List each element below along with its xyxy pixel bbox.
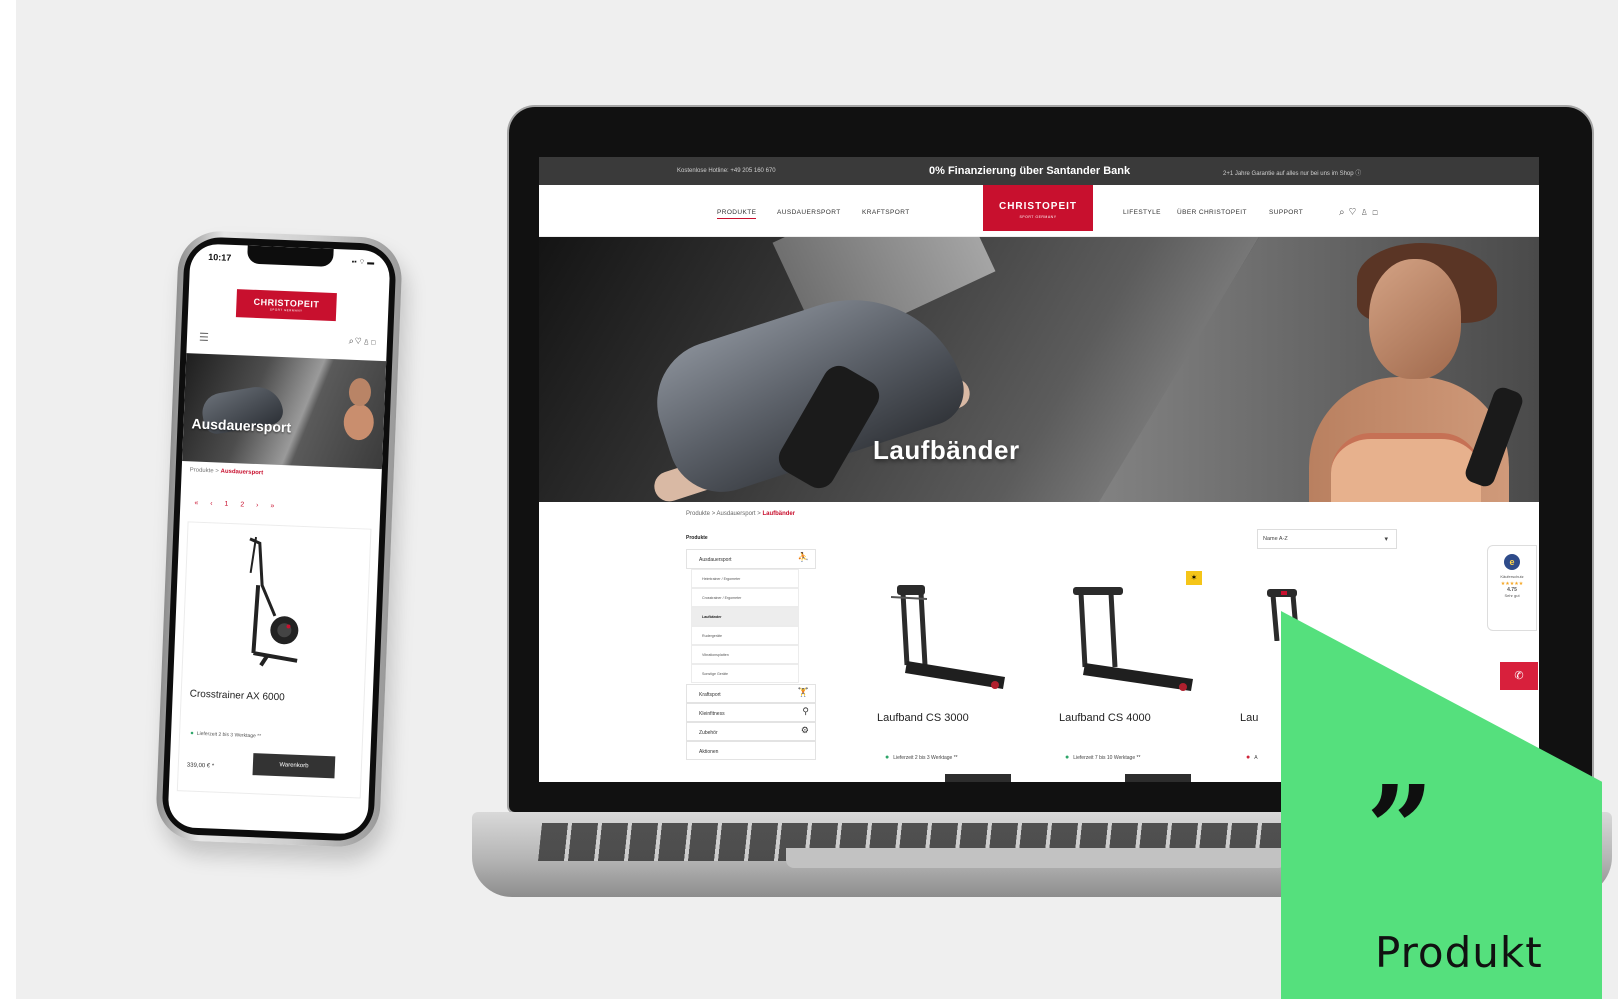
phone-breadcrumb: Produkte > Ausdauersport [190,467,264,476]
warranty-text[interactable]: 2+1 Jahre Garantie auf alles nur bei uns… [1223,168,1361,177]
breadcrumb-current: Laufbänder [762,511,796,517]
phone-hero-title: Ausdauersport [191,415,292,436]
subcategory-laufbaender[interactable]: Laufbänder [691,607,799,626]
phone-site-logo[interactable]: CHRISTOPEIT SPORT GERMANY [235,289,337,322]
category-hero-banner: Laufbänder [539,237,1539,502]
add-to-cart-button-cs3000[interactable] [945,774,1011,782]
phone-call-icon[interactable]: ✆ [1500,662,1538,690]
phone-header-icons[interactable]: ⌕♡♙◻ [348,336,378,348]
phone-stock-status: Lieferzeit 2 bis 3 Werktage ** [190,731,262,740]
hero-athlete-top [1331,433,1481,502]
facet-label: Aktionen [699,749,719,755]
site-logo-text: CHRISTOPEIT [998,201,1078,212]
breadcrumb-separator: > [711,511,716,517]
phone-breadcrumb-root[interactable]: Produkte [190,467,214,474]
subcategory-vibrationsplatten[interactable]: Vibrationsplatten [691,645,799,664]
site-logo-subtitle: SPORT GERMANY [1019,215,1057,219]
rating-text: Sehr gut [1504,593,1520,598]
nav-ueber-christopeit[interactable]: ÜBER CHRISTOPEIT [1177,209,1247,216]
subcategory-rudergeraete[interactable]: Rudergeräte [691,626,799,645]
treadmill-cs4000-image[interactable] [1059,577,1199,697]
facet-label: Zubehör [699,730,718,736]
facet-kraftsport[interactable]: Kraftsport 🏋 [686,684,816,703]
nav-kraftsport[interactable]: KRAFTSPORT [862,209,910,216]
quote-mark-icon: ” [1366,759,1434,898]
sort-select[interactable]: Name A-Z [1257,529,1397,549]
laptop-trackpad-edge [786,848,1286,868]
phone-product-card[interactable]: Crosstrainer AX 6000 Lieferzeit 2 bis 3 … [176,521,372,799]
phone-add-to-cart-button[interactable]: Warenkorb [252,753,336,779]
phone-status-icons: ▪▪ ⌔ ▬ [351,258,375,267]
facet-title: Produkte [686,535,708,541]
stock-status-third: A [1246,754,1257,761]
showcase-stage: 10:17 ▪▪ ⌔ ▬ CHRISTOPEIT SPORT GERMANY ☰ … [16,0,1618,999]
smartphone-mockup: 10:17 ▪▪ ⌔ ▬ CHRISTOPEIT SPORT GERMANY ☰ … [154,229,404,849]
facet-ausdauersport[interactable]: Ausdauersport ⛹ [686,549,816,569]
quote-text: Produkt [1375,928,1543,977]
trusted-shops-logo-icon: e [1504,554,1520,570]
header-action-icons[interactable]: ⌕♡♙◻ [1339,207,1382,218]
nav-produkte[interactable]: PRODUKTE [717,209,757,219]
product-name-cs3000[interactable]: Laufband CS 3000 [877,712,969,724]
crosstrainer-image [249,536,299,667]
weightlifter-icon: 🏋 [797,687,809,697]
trusted-shops-badge[interactable]: e Käuferschutz ★★★★★ 4.75 Sehr gut [1487,545,1537,631]
hero-athlete-head [1369,259,1461,379]
hero-title: Laufbänder [873,435,1020,465]
phone-screen: 10:17 ▪▪ ⌔ ▬ CHRISTOPEIT SPORT GERMANY ☰ … [167,243,391,835]
runner-icon: ⛹ [797,552,809,562]
subcategory-crosstrainer[interactable]: Crosstrainer / Ergometer [691,588,799,607]
breadcrumb-separator: > [757,511,761,517]
phone-logo-subtitle: SPORT GERMANY [269,307,303,313]
nav-ausdauersport[interactable]: AUSDAUERSPORT [777,209,841,216]
phone-product-name[interactable]: Crosstrainer AX 6000 [189,689,284,704]
breadcrumb: Produkte > Ausdauersport > Laufbänder [686,511,795,517]
treadmill-cs3000-image[interactable] [877,577,1017,697]
product-name-cs4000[interactable]: Laufband CS 4000 [1059,712,1151,724]
phone-clock: 10:17 [208,251,232,263]
phone-breadcrumb-separator: > [215,468,219,475]
phone-pagination[interactable]: « ‹ 1 2 › » [194,500,279,510]
financing-banner[interactable]: 0% Finanzierung über Santander Bank [929,165,1130,177]
breadcrumb-produkte[interactable]: Produkte [686,511,710,517]
facet-aktionen[interactable]: Aktionen [686,741,816,760]
phone-product-price: 339,00 € * [186,762,215,770]
stock-status-cs3000: Lieferzeit 2 bis 3 Werktage ** [885,754,957,761]
subcategory-sonstige-geraete[interactable]: Sonstige Geräte [691,664,799,683]
main-navigation: PRODUKTE AUSDAUERSPORT KRAFTSPORT CHRIST… [539,185,1539,237]
trust-label: Käuferschutz [1500,574,1524,579]
subcategory-heimtrainer[interactable]: Heimtrainer / Ergometer [691,569,799,588]
site-logo[interactable]: CHRISTOPEIT SPORT GERMANY [983,185,1093,231]
phone-hero-banner: Ausdauersport [182,353,387,470]
breadcrumb-ausdauersport[interactable]: Ausdauersport [717,511,756,517]
hotline-text[interactable]: Kostenlose Hotline: +49 205 160 670 [677,168,776,174]
stock-status-cs4000: Lieferzeit 7 bis 10 Werktage ** [1065,754,1140,761]
facet-label: Kraftsport [699,692,721,698]
kettlebell-icon: ⚲ [802,706,809,716]
phone-breadcrumb-current[interactable]: Ausdauersport [220,469,263,477]
add-to-cart-button-cs4000[interactable] [1125,774,1191,782]
nav-lifestyle[interactable]: LIFESTYLE [1123,209,1161,216]
product-name-third[interactable]: Lau [1240,712,1258,724]
facet-kleinfitness[interactable]: Kleinfitness ⚲ [686,703,816,722]
facet-zubehoer[interactable]: Zubehör ⚙ [686,722,816,741]
nav-support[interactable]: SUPPORT [1269,209,1303,216]
facet-label: Ausdauersport [699,557,732,563]
hamburger-menu-icon[interactable]: ☰ [199,331,209,344]
facet-label: Kleinfitness [699,711,725,717]
top-info-bar: Kostenlose Hotline: +49 205 160 670 0% F… [539,157,1539,185]
accessories-icon: ⚙ [800,725,809,735]
phone-notch [247,245,334,267]
